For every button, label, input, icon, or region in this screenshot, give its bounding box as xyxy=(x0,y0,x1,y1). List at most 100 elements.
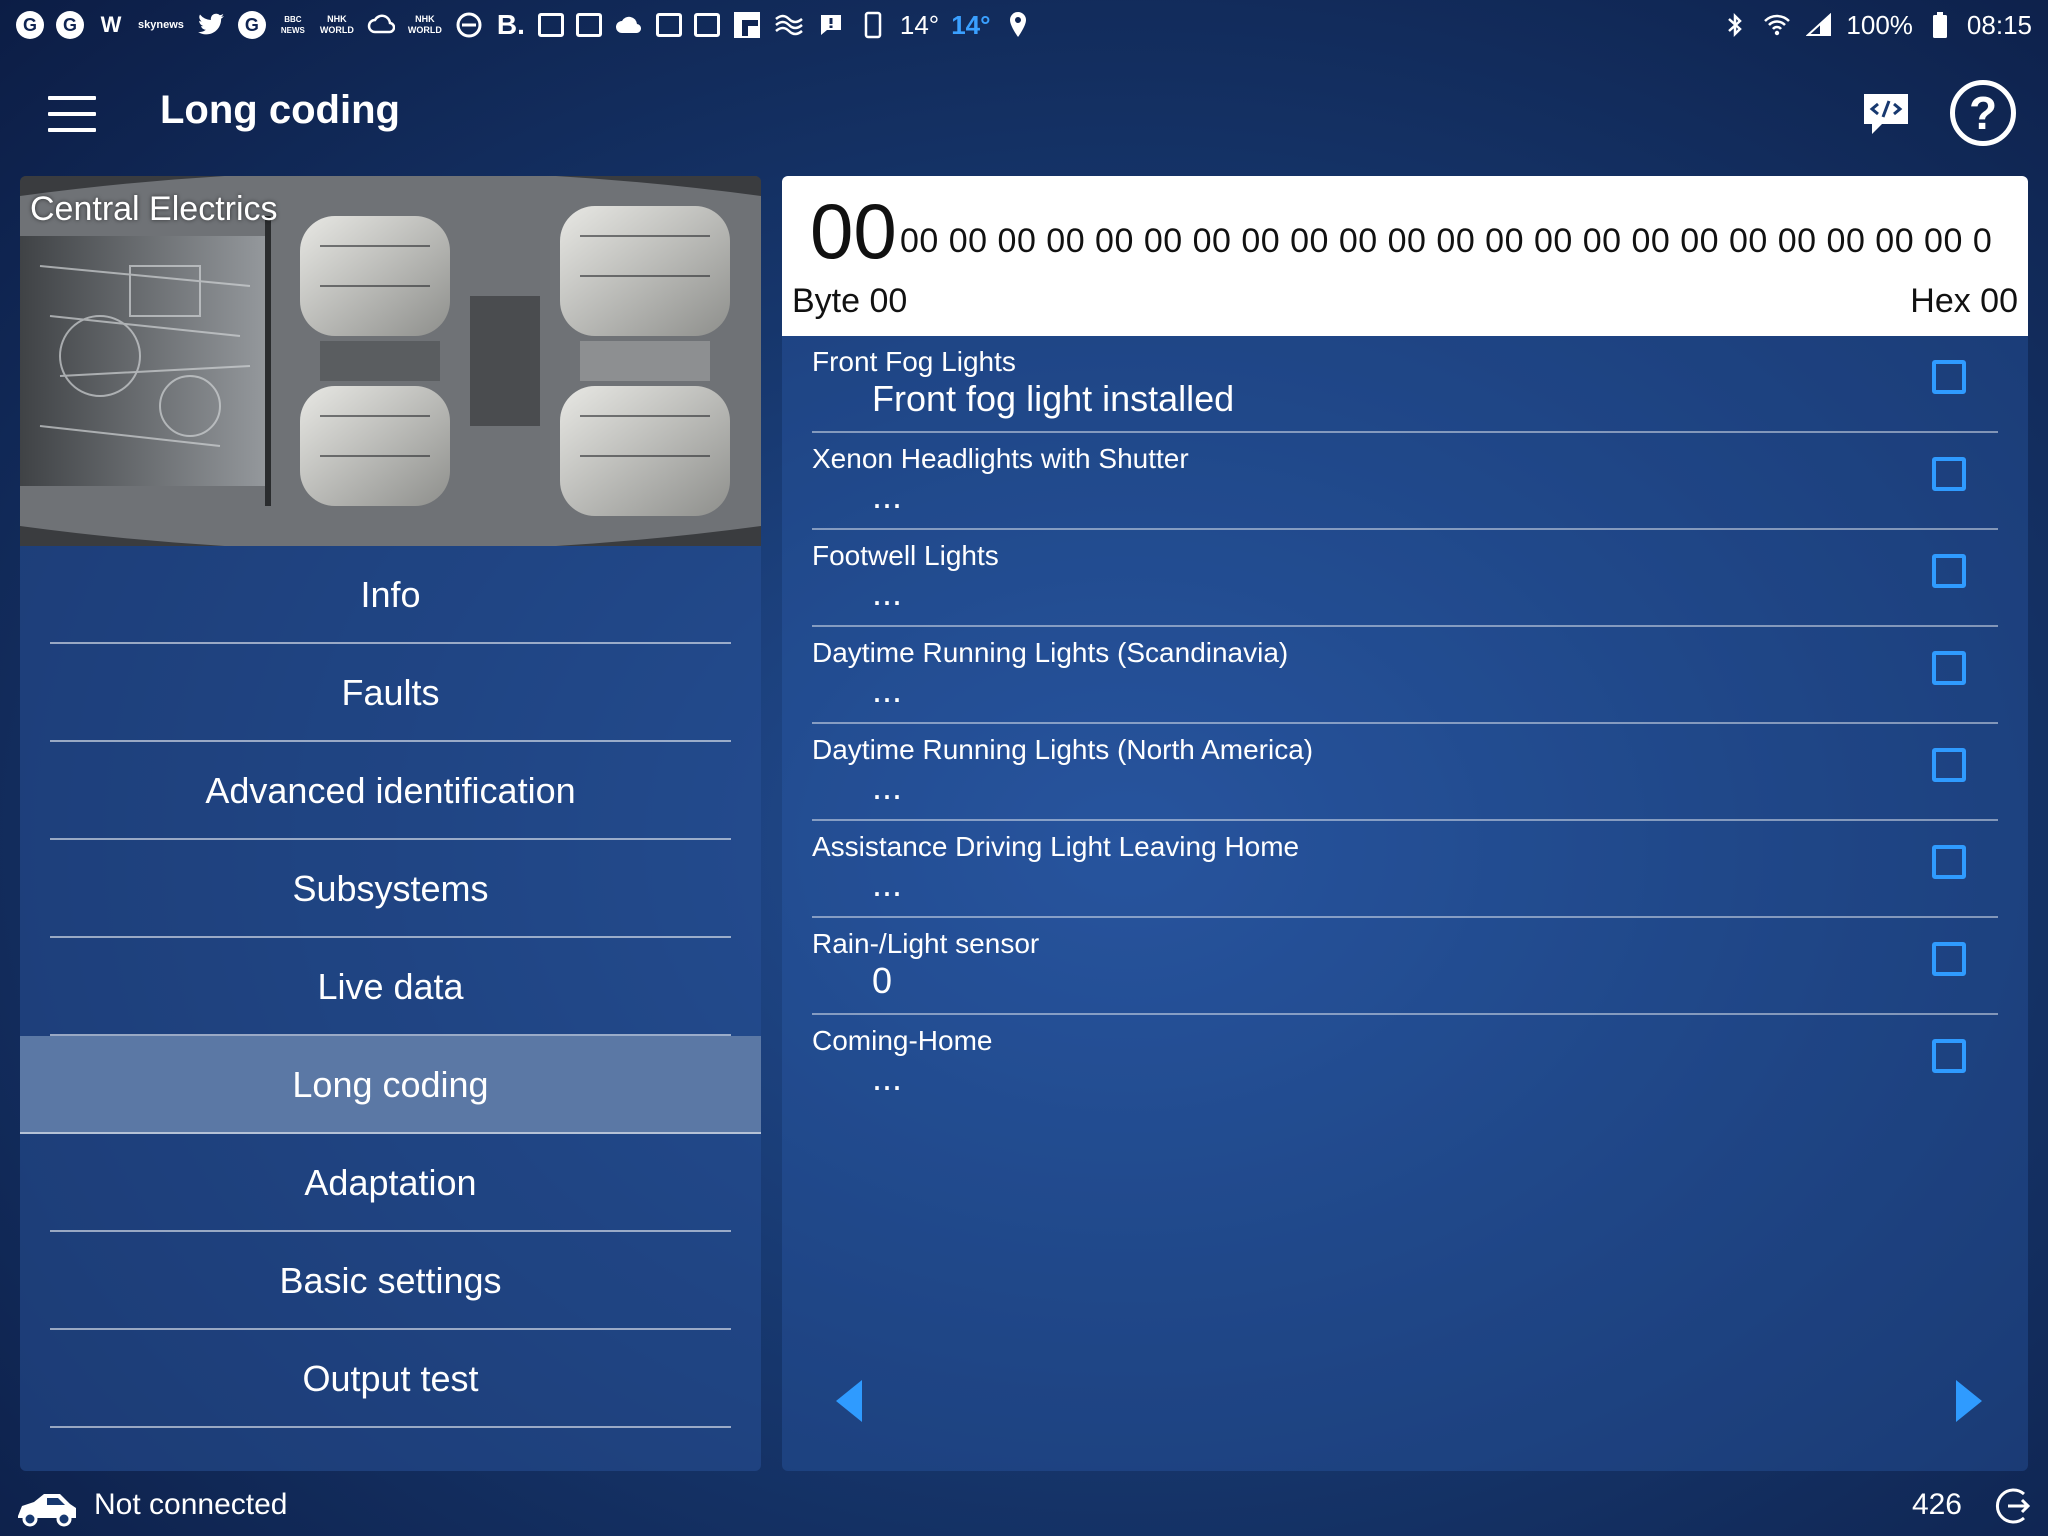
checkbox[interactable] xyxy=(1932,457,1966,491)
coding-row-value: ... xyxy=(872,475,903,516)
nav-item-basic-settings[interactable]: Basic settings xyxy=(20,1232,761,1330)
coding-panel: 00 00 00 00 00 00 00 00 00 00 00 00 00 0… xyxy=(782,176,2028,1471)
nhk-world-icon: NHK WORLD xyxy=(319,14,354,35)
coding-row-value: ... xyxy=(872,572,903,613)
coding-row-value: ... xyxy=(872,863,903,904)
flipboard-icon xyxy=(732,10,762,40)
sky-label: sky xyxy=(138,18,157,31)
coding-row-label: Coming-Home xyxy=(812,1025,993,1056)
coding-row-label: Front Fog Lights xyxy=(812,346,1016,377)
coding-row-label: Daytime Running Lights (North America) xyxy=(812,734,1314,765)
temperature: 14° xyxy=(899,9,940,40)
coding-row-value: Front fog light installed xyxy=(872,378,1235,419)
system-icons: 100% 08:15 xyxy=(1720,10,2032,41)
checkbox[interactable] xyxy=(1932,360,1966,394)
alert-icon xyxy=(816,10,846,40)
page-title: Long coding xyxy=(160,88,400,132)
counter-value: 426 xyxy=(1911,1488,1962,1521)
coding-row-drl-north-america[interactable]: Daytime Running Lights (North America) .… xyxy=(812,724,1998,821)
coding-row-value: ... xyxy=(872,766,903,807)
byte-header: 00 00 00 00 00 00 00 00 00 00 00 00 00 0… xyxy=(782,176,2028,336)
waves-icon xyxy=(774,10,804,40)
coding-row-rain-light-sensor[interactable]: Rain-/Light sensor 0 xyxy=(812,918,1998,1015)
do-not-disturb-icon xyxy=(454,10,484,40)
footer-status-bar: Not connected 426 xyxy=(0,1480,2048,1536)
coding-bit-list: Front Fog Lights Front fog light install… xyxy=(782,336,2028,1112)
menu-line xyxy=(48,128,96,132)
battery-percent: 100% xyxy=(1846,9,1913,40)
booking-icon: B. xyxy=(496,9,525,40)
news-app-icon: G xyxy=(237,11,266,39)
checkbox[interactable] xyxy=(1932,942,1966,976)
coding-row-coming-home[interactable]: Coming-Home ... xyxy=(812,1015,1998,1112)
coding-row-label: Rain-/Light sensor xyxy=(812,928,1040,959)
coding-byte-row[interactable]: 00 00 00 00 00 00 00 00 00 00 00 00 00 0… xyxy=(900,222,2016,261)
bluetooth-icon xyxy=(1720,10,1750,40)
nav-item-output-test[interactable]: Output test xyxy=(20,1330,761,1428)
checkbox[interactable] xyxy=(1932,651,1966,685)
coding-row-value: ... xyxy=(872,1057,903,1098)
hex-value-label: Hex 00 xyxy=(1910,282,2018,320)
nav-item-long-coding[interactable]: Long coding xyxy=(20,1036,761,1134)
calendar-icon xyxy=(655,13,682,37)
signal-icon xyxy=(1804,10,1834,40)
nav-item-live-data[interactable]: Live data xyxy=(20,938,761,1036)
module-panel: Central Electrics Info Faults Advanced i… xyxy=(20,176,761,1471)
coding-row-value: 0 xyxy=(872,960,893,1001)
coding-row-label: Daytime Running Lights (Scandinavia) xyxy=(812,637,1289,668)
connection-status-text: Not connected xyxy=(94,1488,288,1521)
car-interior-illustration xyxy=(20,176,761,546)
nav-item-faults[interactable]: Faults xyxy=(20,644,761,742)
hamburger-menu-icon[interactable] xyxy=(48,96,96,132)
previous-byte-arrow-icon[interactable] xyxy=(830,1376,870,1426)
coding-row-label: Assistance Driving Light Leaving Home xyxy=(812,831,1300,862)
nhk-world-icon: NHK WORLD xyxy=(407,14,442,35)
menu-line xyxy=(48,96,96,100)
battery-icon xyxy=(1925,10,1955,40)
clock: 08:15 xyxy=(1966,9,2032,40)
gallery-icon xyxy=(575,13,602,37)
news-app-icon: G xyxy=(16,11,44,39)
vehicle-xray-image: Central Electrics xyxy=(20,176,761,546)
nav-item-adaptation[interactable]: Adaptation xyxy=(20,1134,761,1232)
news-app-icon: G xyxy=(56,11,84,39)
byte-index-label: Byte 00 xyxy=(792,282,908,320)
module-nav-list: Info Faults Advanced identification Subs… xyxy=(20,546,761,1428)
nav-item-info[interactable]: Info xyxy=(20,546,761,644)
car-icon xyxy=(14,1486,80,1530)
exit-icon[interactable] xyxy=(1994,1486,2034,1526)
calendar-icon xyxy=(693,13,720,37)
sky-news-icon: sky news xyxy=(138,10,184,40)
bbc-news-icon: BBC NEWS xyxy=(280,15,305,35)
menu-line xyxy=(48,112,96,116)
help-icon[interactable]: ? xyxy=(1950,80,2016,146)
next-byte-arrow-icon[interactable] xyxy=(1948,1376,1988,1426)
coding-row-front-fog-lights[interactable]: Front Fog Lights Front fog light install… xyxy=(812,336,1998,433)
coding-row-label: Footwell Lights xyxy=(812,540,999,571)
checkbox[interactable] xyxy=(1932,554,1966,588)
code-view-icon[interactable] xyxy=(1860,90,1912,138)
twitter-icon xyxy=(196,10,226,40)
coding-row-drl-scandinavia[interactable]: Daytime Running Lights (Scandinavia) ... xyxy=(812,627,1998,724)
coding-row-label: Xenon Headlights with Shutter xyxy=(812,443,1189,474)
checkbox[interactable] xyxy=(1932,845,1966,879)
wifi-icon xyxy=(1762,10,1792,40)
notification-icons: G G W sky news G BBC NEWS NHK WORLD NHK … xyxy=(16,9,1033,41)
phone-icon xyxy=(858,10,888,40)
coding-row-leaving-home-light[interactable]: Assistance Driving Light Leaving Home ..… xyxy=(812,821,1998,918)
coding-row-footwell-lights[interactable]: Footwell Lights ... xyxy=(812,530,1998,627)
temperature-accent: 14° xyxy=(951,9,991,40)
coding-row-value: ... xyxy=(872,669,903,710)
calendar-icon xyxy=(537,13,564,37)
cloud-sync-icon xyxy=(366,10,396,40)
coding-row-xenon-headlights[interactable]: Xenon Headlights with Shutter ... xyxy=(812,433,1998,530)
checkbox[interactable] xyxy=(1932,748,1966,782)
nav-item-advanced-identification[interactable]: Advanced identification xyxy=(20,742,761,840)
current-byte-value: 00 xyxy=(810,187,897,275)
app-bar: Long coding ? xyxy=(0,50,2048,178)
module-title: Central Electrics xyxy=(30,190,278,228)
location-icon xyxy=(1003,10,1033,40)
cloud-icon xyxy=(614,10,644,40)
checkbox[interactable] xyxy=(1932,1039,1966,1073)
nav-item-subsystems[interactable]: Subsystems xyxy=(20,840,761,938)
